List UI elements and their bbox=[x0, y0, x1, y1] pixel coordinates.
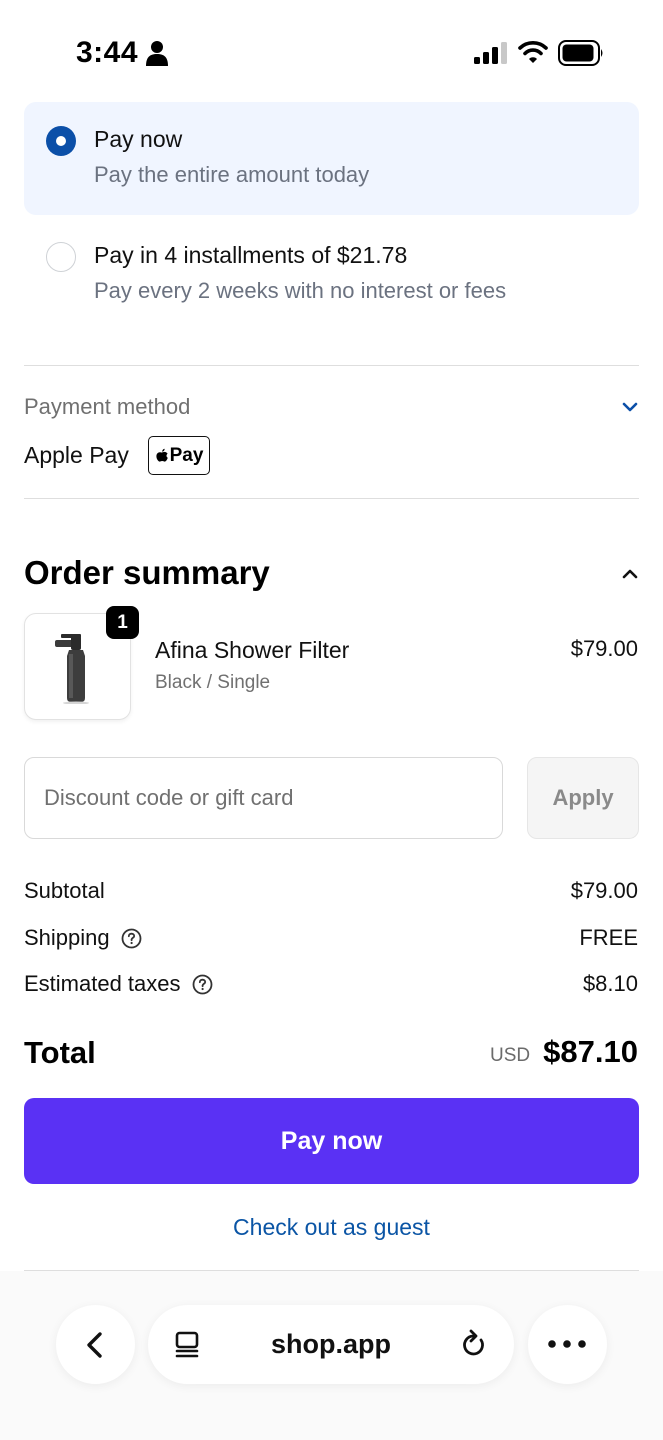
person-icon bbox=[146, 41, 168, 66]
pay-now-radio[interactable] bbox=[46, 126, 76, 156]
discount-code-input[interactable] bbox=[24, 757, 503, 839]
guest-checkout-link[interactable]: Check out as guest bbox=[0, 1214, 663, 1241]
item-variant: Black / Single bbox=[155, 672, 271, 693]
installments-title: Pay in 4 installments of $21.78 bbox=[94, 242, 408, 268]
divider bbox=[24, 498, 639, 499]
back-button[interactable] bbox=[56, 1305, 135, 1384]
wifi-icon bbox=[518, 41, 548, 63]
status-bar: 3:44 bbox=[0, 0, 663, 100]
installments-subtitle: Pay every 2 weeks with no interest or fe… bbox=[94, 278, 507, 303]
taxes-label: Estimated taxes bbox=[24, 971, 213, 997]
apple-logo-icon bbox=[155, 448, 168, 462]
apple-pay-badge-text: Pay bbox=[169, 444, 204, 466]
order-summary-title: Order summary bbox=[24, 554, 270, 591]
help-icon[interactable] bbox=[121, 928, 142, 949]
total-label: Total bbox=[24, 1035, 96, 1070]
payment-method-value: Apple Pay bbox=[24, 442, 129, 468]
chevron-down-icon[interactable] bbox=[620, 400, 640, 414]
status-time: 3:44 bbox=[76, 36, 139, 69]
reload-icon[interactable] bbox=[460, 1329, 488, 1359]
shipping-label: Shipping bbox=[24, 925, 142, 951]
more-icon bbox=[548, 1340, 586, 1348]
subtotal-label-text: Subtotal bbox=[24, 878, 105, 903]
shower-filter-image bbox=[55, 634, 89, 704]
taxes-label-text: Estimated taxes bbox=[24, 971, 181, 996]
apply-button[interactable]: Apply bbox=[527, 757, 639, 839]
item-name: Afina Shower Filter bbox=[155, 637, 350, 663]
chevron-left-icon bbox=[87, 1332, 102, 1358]
apple-pay-badge: Pay bbox=[148, 436, 210, 475]
shipping-value: FREE bbox=[579, 925, 638, 950]
taxes-value: $8.10 bbox=[582, 971, 638, 996]
help-icon[interactable] bbox=[192, 974, 213, 995]
payment-method-label: Payment method bbox=[24, 394, 191, 419]
pay-now-subtitle: Pay the entire amount today bbox=[94, 162, 370, 187]
pay-now-button[interactable]: Pay now bbox=[24, 1098, 639, 1184]
subtotal-value: $79.00 bbox=[570, 878, 638, 903]
total-currency: USD bbox=[490, 1045, 531, 1066]
subtotal-label: Subtotal bbox=[24, 878, 105, 904]
divider bbox=[24, 365, 639, 366]
total-value: $87.10 bbox=[543, 1034, 638, 1069]
pay-now-option[interactable]: Pay now Pay the entire amount today bbox=[24, 102, 639, 215]
item-price: $79.00 bbox=[570, 636, 638, 661]
shipping-label-text: Shipping bbox=[24, 925, 110, 950]
browser-toolbar: shop.app bbox=[0, 1271, 663, 1440]
installments-radio[interactable] bbox=[46, 242, 76, 272]
battery-icon bbox=[558, 40, 603, 66]
installments-option[interactable]: Pay in 4 installments of $21.78 Pay ever… bbox=[24, 218, 639, 331]
chevron-up-icon[interactable] bbox=[620, 567, 640, 581]
pay-now-title: Pay now bbox=[94, 126, 183, 152]
cellular-signal-icon bbox=[474, 42, 507, 64]
more-options-button[interactable] bbox=[528, 1305, 607, 1384]
quantity-badge: 1 bbox=[106, 606, 139, 639]
url-bar[interactable]: shop.app bbox=[148, 1305, 514, 1384]
